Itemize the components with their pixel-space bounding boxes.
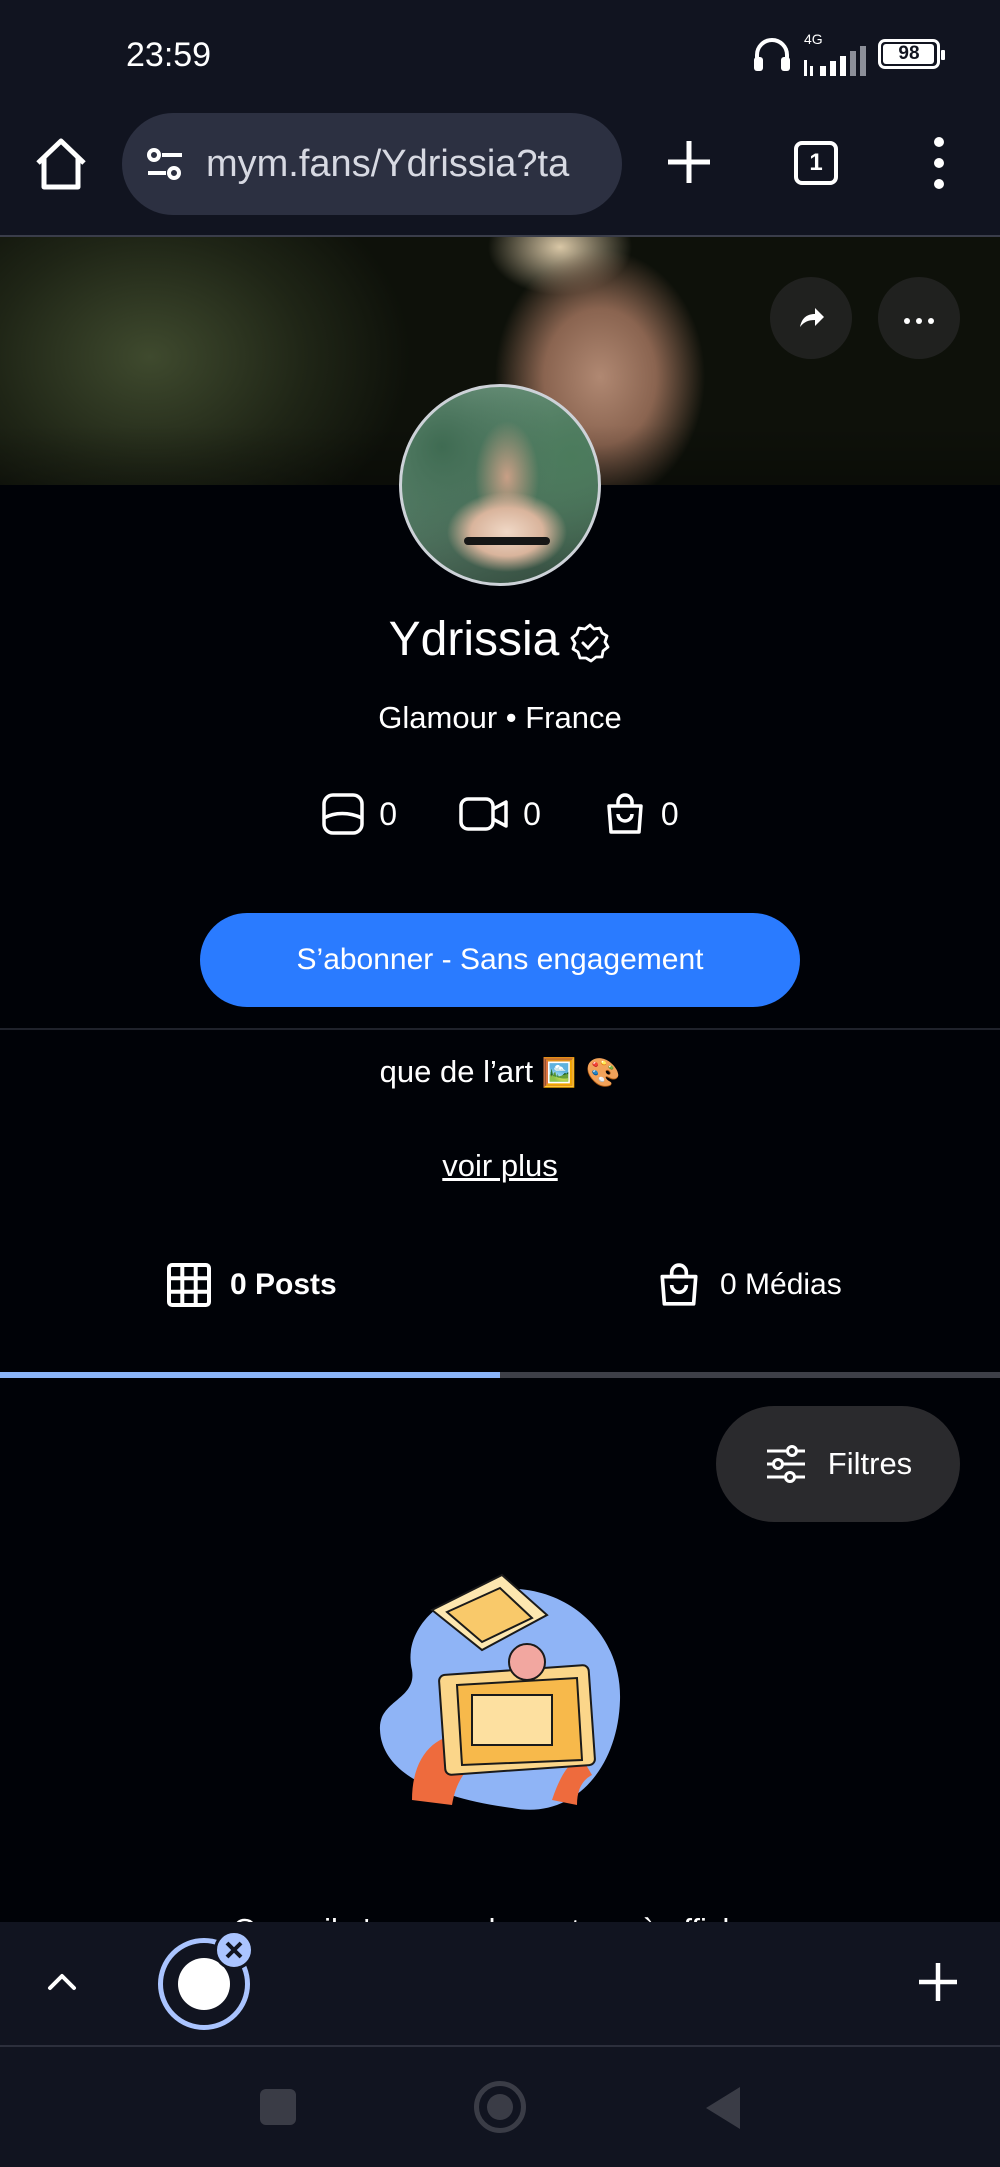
status-time: 23:59 [126, 36, 212, 74]
signal-group: 4G [804, 32, 866, 76]
bio-text: que de l’art [379, 1054, 534, 1089]
tab-medias-label: 0 Médias [720, 1268, 842, 1301]
close-icon [225, 1941, 243, 1959]
tab-indicator [0, 1372, 500, 1378]
stat-videos-count: 0 [523, 795, 541, 832]
status-bar: 23:59 4G 98 [0, 0, 1000, 110]
share-button[interactable] [770, 277, 852, 359]
status-icons: 4G 98 [752, 32, 945, 76]
overflow-menu-icon[interactable] [926, 137, 952, 189]
stat-shop: 0 [603, 792, 679, 836]
system-nav-bar [0, 2047, 1000, 2167]
more-icon [901, 309, 937, 328]
plus-icon[interactable] [916, 1960, 960, 2004]
shopping-bag-icon [607, 793, 643, 834]
photo-icon [322, 793, 365, 835]
profile-category: Glamour • France [378, 700, 622, 735]
section-divider [0, 1028, 1000, 1030]
profile-stats: 0 0 0 [0, 792, 1000, 836]
tab-medias[interactable]: 0 Médias [656, 1262, 842, 1308]
filters-button[interactable]: Filtres [716, 1406, 960, 1522]
signal-icon [804, 46, 866, 76]
share-icon [800, 308, 824, 327]
home-icon[interactable] [32, 135, 90, 193]
empty-boxes-illustration [379, 1573, 621, 1810]
tab-switcher-button[interactable]: 1 [794, 141, 838, 185]
bottom-toolbar [0, 1922, 1000, 2046]
stat-videos: 0 [459, 792, 541, 836]
see-more-link[interactable]: voir plus [0, 1148, 1000, 1184]
more-options-button[interactable] [878, 277, 960, 359]
stat-photos-count: 0 [379, 795, 398, 832]
home-button[interactable] [474, 2081, 526, 2133]
avatar[interactable] [399, 384, 601, 586]
filters-label: Filtres [827, 1446, 913, 1481]
headphones-icon [754, 38, 790, 71]
grid-icon [167, 1263, 211, 1307]
recents-button[interactable] [260, 2089, 296, 2125]
battery-icon: 98 [878, 39, 945, 69]
verified-badge-icon [570, 623, 610, 662]
site-settings-icon[interactable] [142, 141, 188, 187]
bubble-close-button[interactable] [214, 1930, 254, 1970]
profile-name-row: Ydrissia [0, 612, 1000, 667]
shopping-bag-icon [660, 1263, 698, 1306]
address-bar[interactable]: mym.fans/Ydrissia?ta [122, 113, 622, 215]
network-type: 4G [804, 31, 823, 47]
stat-shop-count: 0 [660, 795, 679, 832]
stat-photos: 0 [321, 792, 397, 836]
browser-toolbar: mym.fans/Ydrissia?ta 1 [0, 110, 1000, 236]
url-text[interactable]: mym.fans/Ydrissia?ta [206, 143, 610, 186]
chevron-up-icon[interactable] [42, 1962, 82, 2002]
tab-posts-label: 0 Posts [230, 1268, 337, 1301]
sliders-icon [766, 1445, 805, 1483]
tab-posts[interactable]: 0 Posts [166, 1262, 337, 1308]
back-button[interactable] [706, 2087, 740, 2129]
battery-level: 98 [898, 43, 920, 64]
video-icon [459, 797, 508, 831]
bio: que de l’art 🖼️ 🎨 [0, 1054, 1000, 1090]
new-tab-icon[interactable] [664, 137, 714, 187]
bio-emojis: 🖼️ 🎨 [541, 1056, 621, 1089]
subscribe-button[interactable]: S’abonner - Sans engagement [200, 913, 800, 1007]
profile-name: Ydrissia [388, 613, 560, 666]
